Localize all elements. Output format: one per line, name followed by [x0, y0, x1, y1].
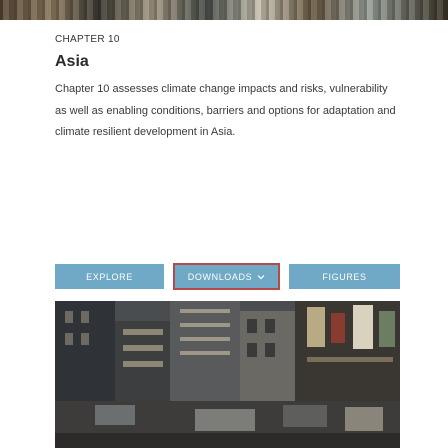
- figures-button-label: FIGURES: [322, 271, 367, 282]
- chevron-down-icon: [257, 274, 265, 279]
- chapter-cover-photo: [55, 301, 400, 448]
- explore-button-label: EXPLORE: [86, 271, 133, 282]
- chapter-number: CHAPTER 10: [55, 34, 120, 45]
- page-title: Asia: [55, 53, 89, 70]
- top-banner-image: [0, 0, 448, 20]
- action-buttons: EXPLORE DOWNLOADS FIGURES: [55, 263, 400, 291]
- chapter-header: CHAPTER 10 Asia Chapter 10 assesses clim…: [55, 33, 400, 144]
- downloads-button[interactable]: DOWNLOADS: [173, 263, 280, 290]
- downloads-button-label: DOWNLOADS: [187, 271, 253, 282]
- chapter-description: Chapter 10 assesses climate change impac…: [55, 83, 396, 138]
- explore-button[interactable]: EXPLORE: [55, 264, 164, 289]
- figures-button[interactable]: FIGURES: [289, 264, 400, 289]
- city-street-illustration: [55, 301, 400, 448]
